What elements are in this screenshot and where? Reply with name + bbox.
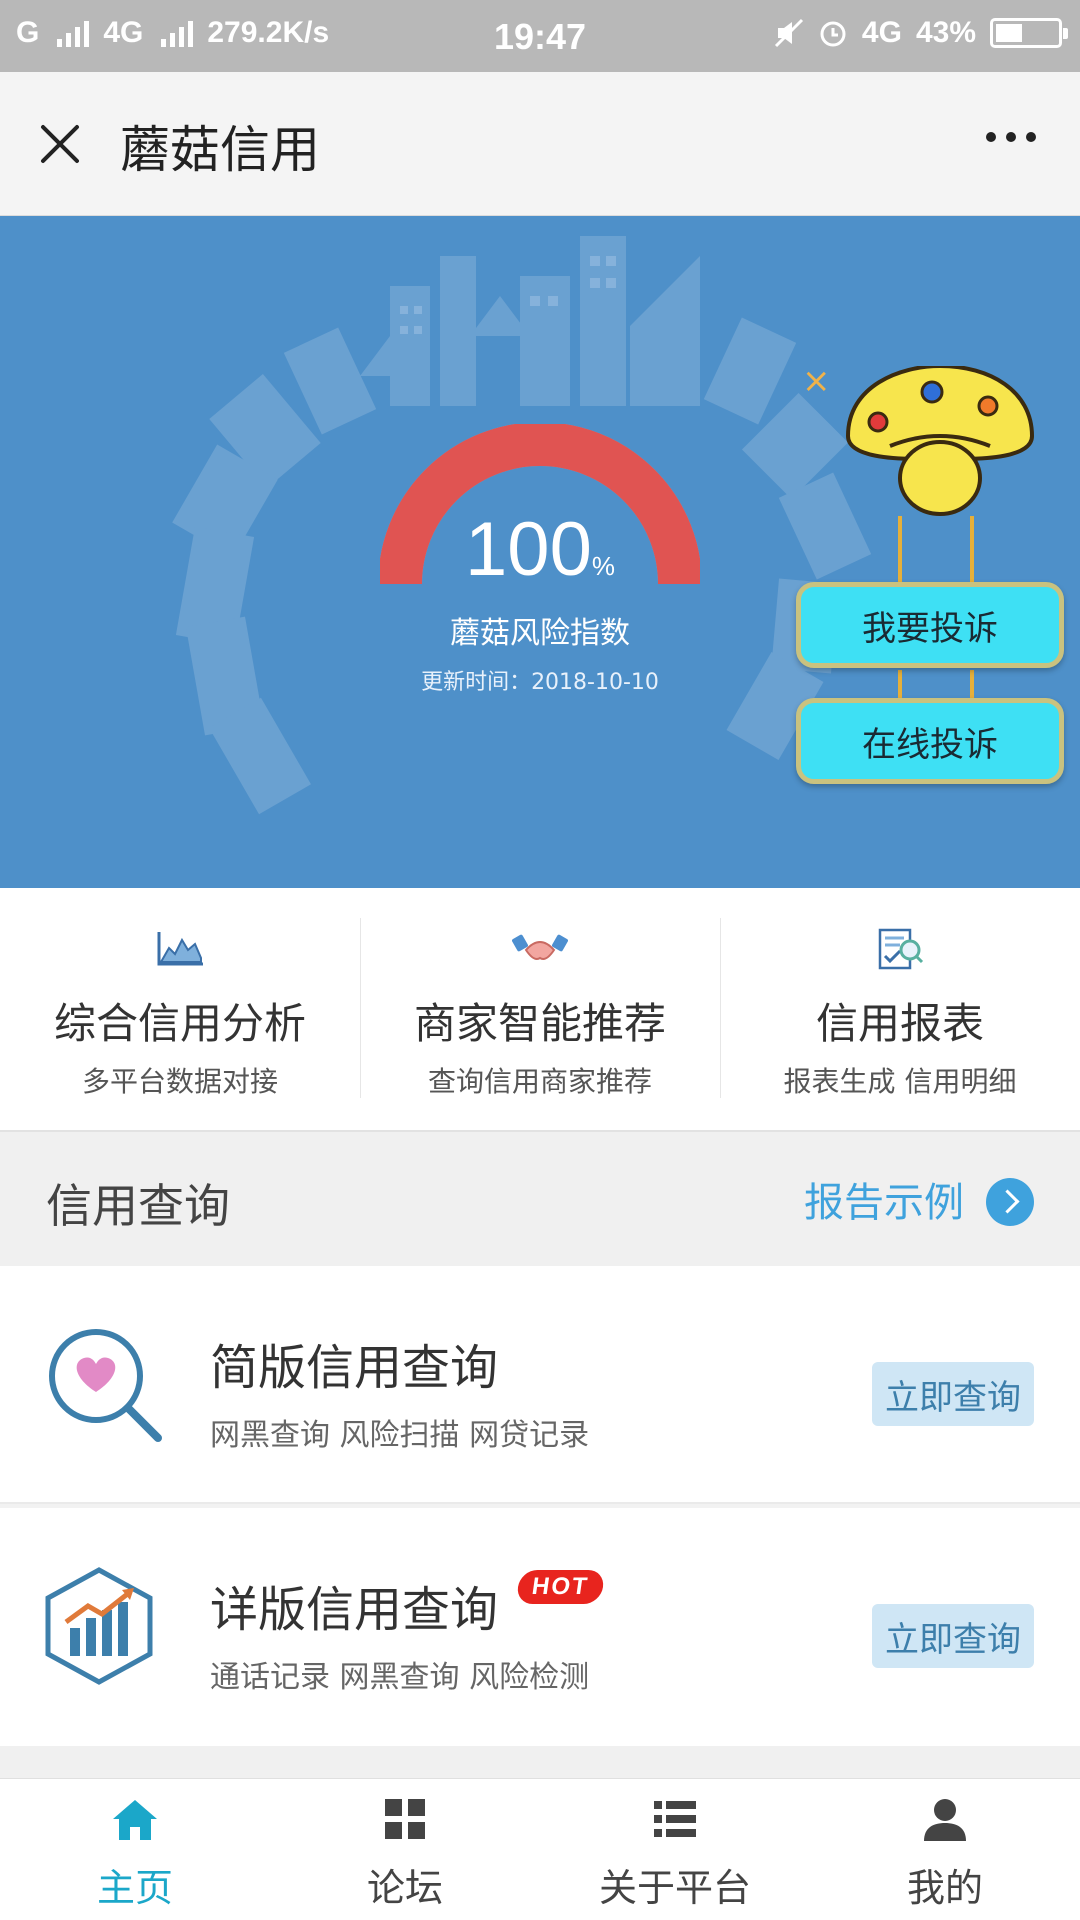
section-title: 信用查询	[46, 1179, 230, 1233]
handshake-icon	[512, 934, 568, 960]
query-item-simple[interactable]: 简版信用查询 网黑查询 风险扫描 网贷记录 立即查询	[0, 1266, 1080, 1504]
risk-score-value: 100	[465, 507, 592, 592]
title-bar: 蘑菇信用	[0, 72, 1080, 216]
mascot-close-icon[interactable]: ×	[802, 364, 831, 398]
report-example-link[interactable]: 报告示例	[804, 1170, 964, 1228]
nav-label: 我的	[906, 1866, 983, 1910]
feature-title: 信用报表	[815, 999, 984, 1048]
feature-subtitle: 查询信用商家推荐	[427, 1065, 652, 1098]
feature-credit-analysis[interactable]: 综合信用分析 多平台数据对接	[0, 888, 360, 1130]
query-now-button[interactable]: 立即查询	[872, 1604, 1034, 1668]
mute-icon	[774, 18, 803, 48]
divider	[0, 1746, 1080, 1778]
feature-credit-report[interactable]: 信用报表 报表生成 信用明细	[720, 888, 1080, 1130]
feature-subtitle: 报表生成 信用明细	[783, 1065, 1017, 1098]
page-title: 蘑菇信用	[120, 121, 320, 179]
bottom-nav: 主页 论坛 关于平台 我的	[0, 1778, 1080, 1920]
feature-title: 综合信用分析	[53, 999, 306, 1048]
alarm-icon	[820, 21, 846, 47]
rope	[970, 516, 974, 588]
nav-forum[interactable]: 论坛	[270, 1779, 540, 1920]
user-icon	[924, 1799, 966, 1841]
nav-label: 论坛	[366, 1866, 443, 1910]
report-icon	[878, 928, 924, 970]
magnifier-heart-icon	[49, 1329, 162, 1442]
risk-score-unit: %	[591, 551, 615, 581]
close-icon[interactable]	[34, 118, 86, 170]
chevron-right-icon[interactable]	[986, 1178, 1034, 1226]
status-bar: G 4G 279.2K/s 19:47 4G 43%	[0, 0, 1080, 72]
online-complain-button[interactable]: 在线投诉	[796, 698, 1064, 784]
hero-banner: 100% 蘑菇风险指数 更新时间：2018-10-10 × 我要投诉 在线投诉	[0, 216, 1080, 888]
complain-button[interactable]: 我要投诉	[796, 582, 1064, 668]
network-type: 4G	[861, 16, 902, 49]
risk-score: 100%	[0, 506, 1080, 593]
nav-about[interactable]: 关于平台	[540, 1779, 810, 1920]
more-icon[interactable]	[986, 132, 1036, 142]
nav-mine[interactable]: 我的	[810, 1779, 1080, 1920]
feature-merchant-recommend[interactable]: 商家智能推荐 查询信用商家推荐	[360, 888, 720, 1130]
query-item-detailed[interactable]: 详版信用查询 HOT 通话记录 网黑查询 风险检测 立即查询	[0, 1508, 1080, 1746]
home-icon	[113, 1800, 157, 1840]
rope	[898, 516, 902, 588]
grid-icon	[385, 1799, 425, 1839]
battery-percent: 43%	[915, 16, 976, 49]
feature-title: 商家智能推荐	[413, 999, 666, 1048]
nav-label: 关于平台	[598, 1866, 751, 1910]
nav-home[interactable]: 主页	[0, 1779, 270, 1920]
feature-row: 综合信用分析 多平台数据对接 商家智能推荐 查询信用商家推荐 信用报表 报表生成…	[0, 888, 1080, 1130]
chart-icon	[157, 932, 203, 966]
feature-subtitle: 多平台数据对接	[81, 1065, 278, 1098]
query-title: 简版信用查询	[210, 1340, 499, 1396]
update-time: 更新时间：2018-10-10	[421, 670, 659, 695]
query-title: 详版信用查询	[210, 1582, 499, 1638]
battery-icon	[990, 18, 1068, 48]
bar-chart-icon	[45, 1567, 153, 1685]
query-subtitle: 通话记录 网黑查询 风险检测	[210, 1660, 590, 1695]
status-right: 4G 43%	[774, 16, 1068, 50]
nav-label: 主页	[96, 1866, 173, 1910]
query-subtitle: 网黑查询 风险扫描 网贷记录	[210, 1418, 590, 1453]
hot-badge: HOT	[515, 1570, 606, 1604]
mushroom-mascot	[845, 366, 1035, 516]
section-header: 信用查询 报告示例	[0, 1130, 1080, 1266]
query-now-button[interactable]: 立即查询	[872, 1362, 1034, 1426]
battery-fill	[996, 24, 1022, 42]
list-icon	[654, 1801, 696, 1837]
